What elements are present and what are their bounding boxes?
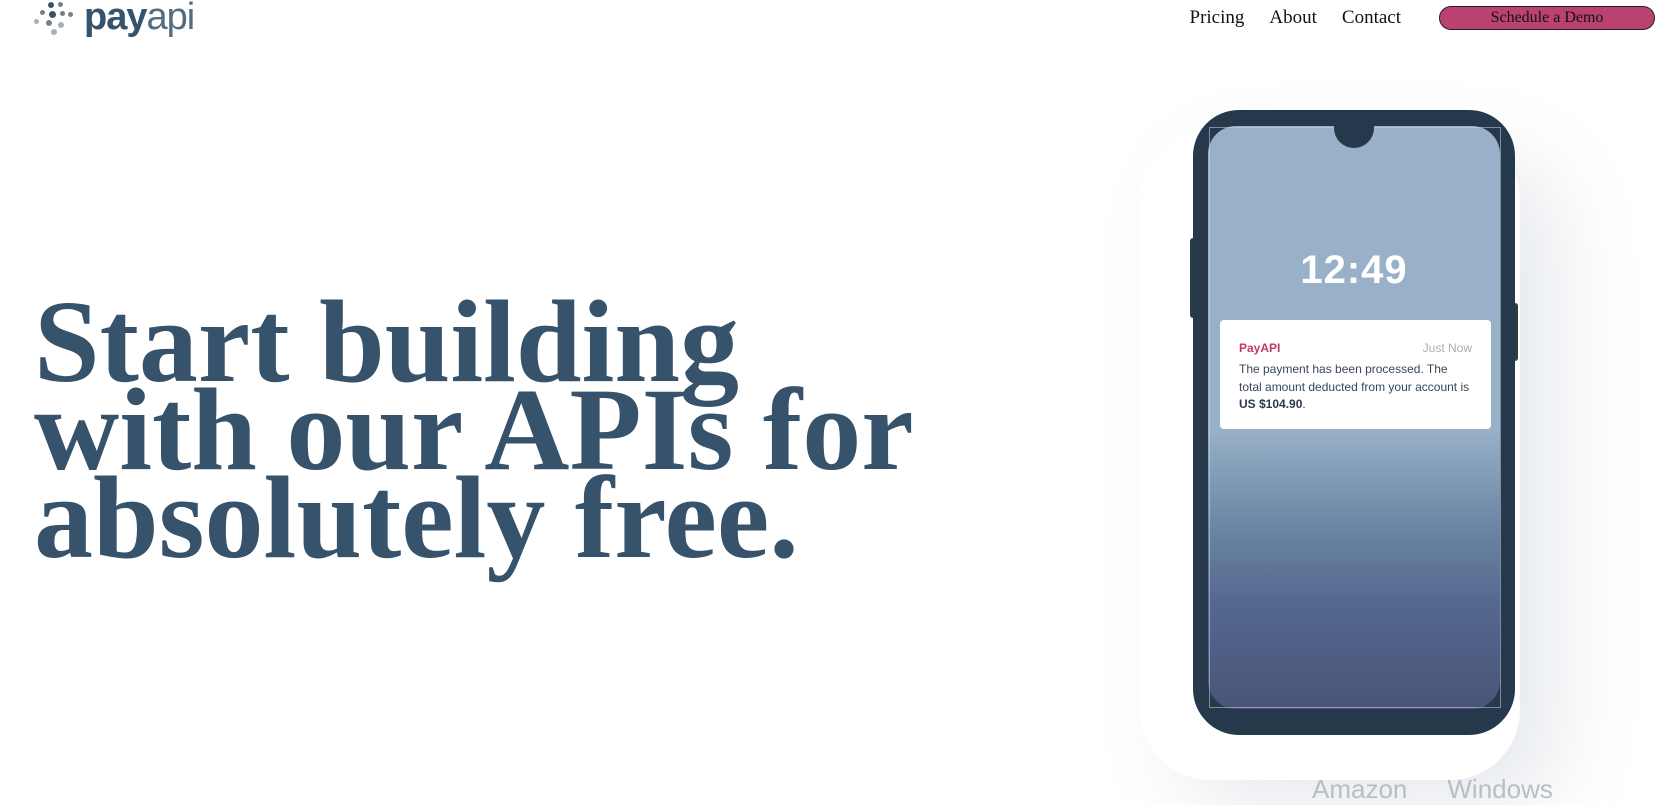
payment-notification: PayAPI Just Now The payment has been pro… (1220, 320, 1491, 429)
schedule-demo-button[interactable]: Schedule a Demo (1439, 6, 1655, 30)
notification-header: PayAPI Just Now (1239, 341, 1472, 355)
notification-amount: US $104.90 (1239, 397, 1302, 411)
logo-wordmark: payapi (84, 0, 194, 35)
logo-word-light: api (146, 0, 194, 38)
logo-mark-icon (34, 0, 80, 40)
notification-suffix: . (1302, 397, 1305, 411)
main-nav: Pricing About Contact Schedule a Demo (1190, 5, 1661, 31)
notification-text: The payment has been processed. The tota… (1239, 362, 1469, 394)
nav-link-about[interactable]: About (1269, 7, 1317, 29)
notification-message: The payment has been processed. The tota… (1239, 361, 1472, 414)
nav-link-contact[interactable]: Contact (1342, 7, 1401, 29)
phone-clock: 12:49 (1208, 248, 1500, 293)
client-logo-amazon: Amazon (1312, 774, 1407, 804)
logo[interactable]: payapi (34, 0, 194, 40)
hero-title: Start buildingwith our APIs forabsolutel… (34, 298, 1114, 562)
notification-app-name: PayAPI (1239, 341, 1280, 355)
clients-strip: Amazon Windows (1312, 774, 1593, 805)
notification-time: Just Now (1423, 341, 1472, 355)
nav-link-pricing[interactable]: Pricing (1190, 7, 1245, 29)
logo-word-bold: pay (84, 0, 146, 38)
hero-title-line-3: absolutely free. (34, 452, 799, 583)
client-logo-windows: Windows (1447, 774, 1552, 804)
